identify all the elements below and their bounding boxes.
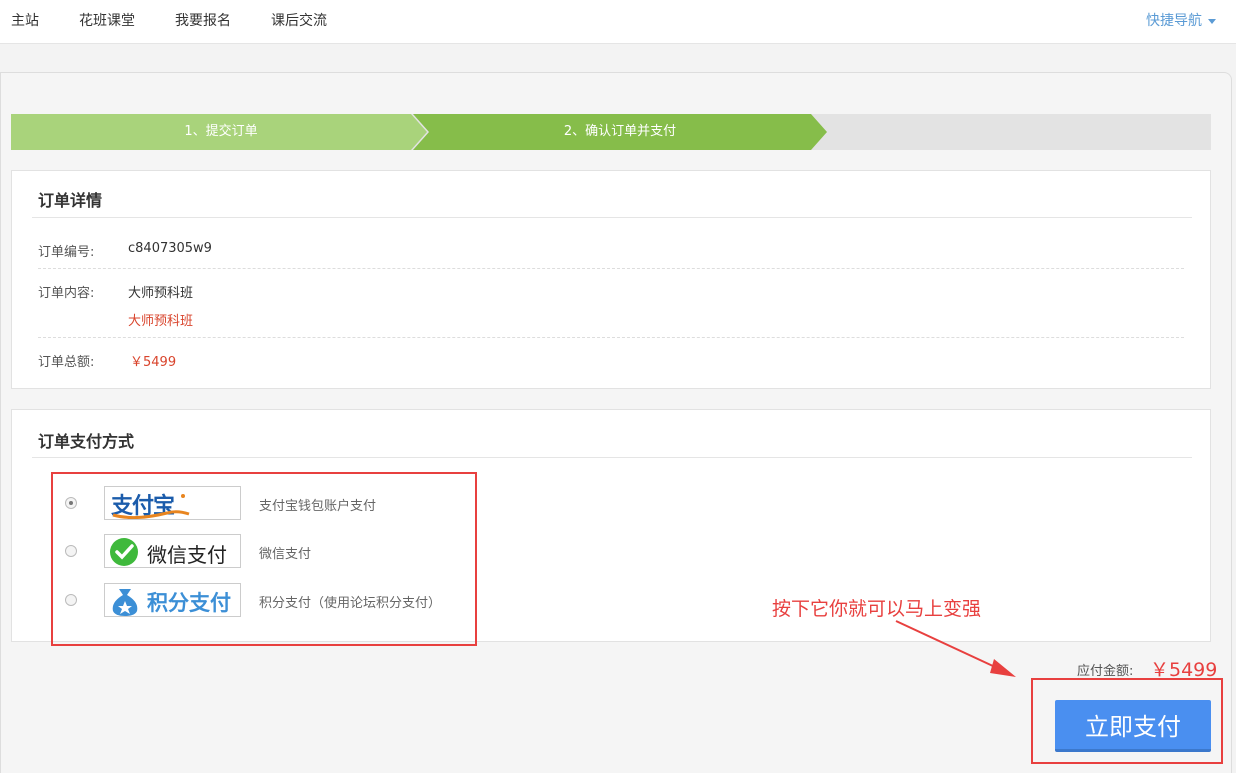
points-radio[interactable] <box>65 594 77 606</box>
wechat-logo-text: 微信支付 <box>147 543 227 567</box>
order-total-value: ￥5499 <box>130 355 177 370</box>
payable-amount-label: 应付金额: <box>1077 664 1134 679</box>
quick-nav-dropdown[interactable]: 快捷导航 <box>1146 10 1216 30</box>
wechat-check-icon <box>110 538 138 566</box>
quick-nav-label: 快捷导航 <box>1146 13 1202 29</box>
order-content-value: 大师预科班 <box>128 286 194 301</box>
order-details-title: 订单详情 <box>38 191 103 210</box>
divider <box>32 217 1192 218</box>
order-number-value: c8407305w9 <box>128 241 212 256</box>
payment-method-title: 订单支付方式 <box>38 432 135 451</box>
step-1-label: 1、提交订单 <box>184 124 258 139</box>
alipay-radio[interactable] <box>65 497 77 509</box>
divider <box>38 337 1184 338</box>
divider <box>32 457 1192 458</box>
chevron-down-icon <box>1208 18 1216 24</box>
points-logo-text: 积分支付 <box>147 591 231 615</box>
nav-item-signup[interactable]: 我要报名 <box>175 10 231 30</box>
payment-option-wechat[interactable]: 微信支付 微信支付 <box>53 534 473 568</box>
wechat-radio[interactable] <box>65 545 77 557</box>
wechat-pay-logo: 微信支付 <box>104 534 241 568</box>
alipay-logo: 支付宝 <box>104 486 241 520</box>
annotation-arrow-icon <box>895 620 1016 677</box>
step-2-label: 2、确认订单并支付 <box>563 124 677 139</box>
alipay-swoosh-icon <box>112 494 190 519</box>
payment-option-points[interactable]: 积分支付 积分支付（使用论坛积分支付） <box>53 583 473 617</box>
step-confirm-pay: 2、确认订单并支付 <box>413 114 827 150</box>
payment-option-alipay[interactable]: 支付宝 支付宝钱包账户支付 <box>53 486 473 520</box>
wechat-description: 微信支付 <box>259 547 312 562</box>
points-description: 积分支付（使用论坛积分支付） <box>259 596 442 611</box>
step-submit-order: 1、提交订单 <box>11 114 427 150</box>
top-navigation-bar: 主站 花班课堂 我要报名 课后交流 快捷导航 <box>0 0 1236 44</box>
order-total-label: 订单总额: <box>38 355 95 370</box>
nav-item-classroom[interactable]: 花班课堂 <box>79 10 135 30</box>
alipay-description: 支付宝钱包账户支付 <box>259 499 377 514</box>
order-content-label: 订单内容: <box>38 286 95 301</box>
checkout-steps: 1、提交订单 2、确认订单并支付 <box>11 114 1211 150</box>
payment-options-highlight: 支付宝 支付宝钱包账户支付 微信支付 微信支付 积分支付 积分支付（使用论坛积分… <box>51 472 477 646</box>
order-number-label: 订单编号: <box>38 245 95 260</box>
points-pay-logo: 积分支付 <box>104 583 241 617</box>
nav-item-main-site[interactable]: 主站 <box>11 10 39 30</box>
money-bag-icon <box>112 589 138 616</box>
nav-item-discussion[interactable]: 课后交流 <box>271 10 327 30</box>
order-details-panel: 订单详情 订单编号: c8407305w9 订单内容: 大师预科班 大师预科班 … <box>11 170 1211 389</box>
pay-now-button[interactable]: 立即支付 <box>1055 700 1211 752</box>
order-content-subitem: 大师预科班 <box>128 314 194 329</box>
divider <box>38 268 1184 269</box>
